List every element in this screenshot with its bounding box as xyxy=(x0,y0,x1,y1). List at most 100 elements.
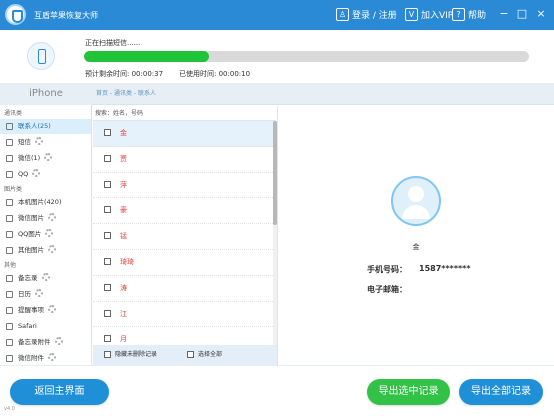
maximize-button[interactable]: □ xyxy=(516,8,528,20)
loading-spinner-icon xyxy=(45,229,54,237)
sidebar-item-qq[interactable]: QQ xyxy=(0,167,91,182)
minimize-button[interactable]: − xyxy=(498,8,510,20)
contact-checkbox[interactable] xyxy=(104,180,111,188)
contact-checkbox[interactable] xyxy=(104,232,111,240)
hide-deleted-checkbox[interactable] xyxy=(104,351,111,358)
contact-row[interactable]: 金 xyxy=(93,121,273,147)
qq-icon xyxy=(6,171,13,178)
contact-checkbox[interactable] xyxy=(104,283,111,291)
scan-progress-fill xyxy=(84,51,209,62)
sidebar-item-safari[interactable]: Safari xyxy=(0,319,91,334)
sidebar-item-notes[interactable]: 备忘录 xyxy=(0,271,91,286)
wechat-icon xyxy=(6,215,13,222)
select-all-checkbox[interactable] xyxy=(187,351,194,358)
category-other: 其他 xyxy=(4,262,17,269)
safari-icon xyxy=(6,323,13,330)
loading-spinner-icon xyxy=(48,305,56,313)
contact-row[interactable]: 锰 xyxy=(93,224,273,250)
contact-checkbox[interactable] xyxy=(104,206,111,214)
sms-icon xyxy=(6,139,13,146)
qq-icon xyxy=(6,231,13,238)
user-icon: ♙ xyxy=(336,8,349,21)
sidebar-item-qq-images[interactable]: QQ图片 xyxy=(0,227,91,242)
calendar-icon xyxy=(6,291,13,298)
phone-value: 1587******* xyxy=(419,264,471,273)
contact-row[interactable]: 萍 xyxy=(93,173,273,199)
loading-spinner-icon xyxy=(48,245,56,253)
phone-label: 手机号码： xyxy=(367,265,407,274)
sidebar-item-contacts[interactable]: 联系人(25) xyxy=(0,119,91,134)
breadcrumb: 首页 - 通讯类 - 联系人 xyxy=(92,83,554,105)
scan-progress-bar xyxy=(84,51,529,62)
sidebar-item-notes-attachments[interactable]: 备忘录附件 xyxy=(0,335,91,350)
loading-spinner-icon xyxy=(35,137,43,145)
phone-icon xyxy=(27,42,55,70)
wechat-icon xyxy=(6,155,13,162)
loading-spinner-icon xyxy=(41,273,50,281)
help-icon: ? xyxy=(452,8,465,21)
contact-icon xyxy=(6,123,13,130)
contact-row[interactable]: 琦琦 xyxy=(93,250,273,276)
used-time: 已使用时间: 00:00:10 xyxy=(179,70,251,78)
vip-icon: V xyxy=(405,8,418,21)
loading-spinner-icon xyxy=(48,353,56,361)
scan-status: 正在扫描短信...... xyxy=(85,39,141,47)
image-icon xyxy=(6,247,13,254)
sidebar-item-reminders[interactable]: 提醒事项 xyxy=(0,303,91,318)
sidebar-item-sms[interactable]: 短信 xyxy=(0,135,91,150)
contact-checkbox[interactable] xyxy=(104,335,111,343)
sidebar: iPhone 通讯类 联系人(25) 短信 微信(1) QQ 图片类 本机图片(… xyxy=(0,83,92,365)
contact-row[interactable]: 豪 xyxy=(93,198,273,225)
app-title: 互盾苹果恢复大师 xyxy=(34,11,98,20)
version-label: v4.0 xyxy=(4,406,15,412)
device-label: iPhone xyxy=(0,83,92,105)
sidebar-item-other-images[interactable]: 其他图片 xyxy=(0,243,91,258)
contact-row[interactable]: 江 xyxy=(93,302,273,328)
contact-row[interactable]: 贾 xyxy=(93,147,273,173)
avatar xyxy=(391,176,441,226)
hide-deleted-label[interactable]: 隐藏未删除记录 xyxy=(115,345,157,365)
sidebar-item-local-images[interactable]: 本机图片(420) xyxy=(0,195,91,210)
remaining-time: 预计剩余时间: 00:00:37 xyxy=(85,70,164,78)
email-label: 电子邮箱： xyxy=(367,285,407,294)
contact-list: 金 贾 萍 豪 锰 琦琦 涛 江 月 瑞 xyxy=(93,121,273,345)
shield-icon xyxy=(5,4,26,25)
loading-spinner-icon xyxy=(44,153,53,161)
loading-spinner-icon xyxy=(48,213,56,221)
login-register-button[interactable]: ♙ 登录 / 注册 xyxy=(336,6,397,23)
category-communication: 通讯类 xyxy=(4,110,23,117)
sidebar-item-wechat-images[interactable]: 微信图片 xyxy=(0,211,91,226)
image-icon xyxy=(6,199,13,206)
export-all-button[interactable]: 导出全部记录 xyxy=(459,379,543,405)
list-footer: 隐藏未删除记录 选择全部 xyxy=(93,345,277,365)
contact-row[interactable]: 涛 xyxy=(93,276,273,302)
join-vip-button[interactable]: V 加入VIP xyxy=(405,6,453,23)
bottom-toolbar: 返回主界面 导出选中记录 导出全部记录 v4.0 xyxy=(0,365,554,416)
loading-spinner-icon xyxy=(32,169,41,177)
select-all-label[interactable]: 选择全部 xyxy=(198,345,222,365)
back-to-main-button[interactable]: 返回主界面 xyxy=(10,379,109,405)
sidebar-item-wechat-attachments[interactable]: 微信附件 xyxy=(0,351,91,366)
contact-checkbox[interactable] xyxy=(104,129,111,136)
loading-spinner-icon xyxy=(54,337,63,345)
category-images: 图片类 xyxy=(4,186,23,193)
scan-progress-panel: 正在扫描短信...... 预计剩余时间: 00:00:37 已使用时间: 00:… xyxy=(0,30,554,83)
contact-checkbox[interactable] xyxy=(104,154,111,162)
reminder-icon xyxy=(6,307,13,314)
memo-icon xyxy=(6,275,13,282)
loading-spinner-icon xyxy=(35,289,43,297)
attachment-icon xyxy=(6,355,13,362)
search-input[interactable]: 搜索：姓名，号码 xyxy=(93,106,276,121)
contact-checkbox[interactable] xyxy=(104,257,111,265)
contact-row[interactable]: 月 xyxy=(93,327,273,345)
export-selected-button[interactable]: 导出选中记录 xyxy=(367,379,450,405)
help-button[interactable]: ? 帮助 xyxy=(452,6,486,23)
contact-name: 金 xyxy=(412,243,420,251)
sidebar-item-calendar[interactable]: 日历 xyxy=(0,287,91,302)
contact-checkbox[interactable] xyxy=(104,309,111,317)
attachment-icon xyxy=(6,339,13,346)
contact-detail-panel: 金 手机号码： 1587******* 电子邮箱： xyxy=(278,106,554,365)
title-bar: 互盾苹果恢复大师 ♙ 登录 / 注册 V 加入VIP ? 帮助 − □ × xyxy=(0,0,554,30)
close-button[interactable]: × xyxy=(535,8,547,20)
sidebar-item-wechat[interactable]: 微信(1) xyxy=(0,151,91,166)
